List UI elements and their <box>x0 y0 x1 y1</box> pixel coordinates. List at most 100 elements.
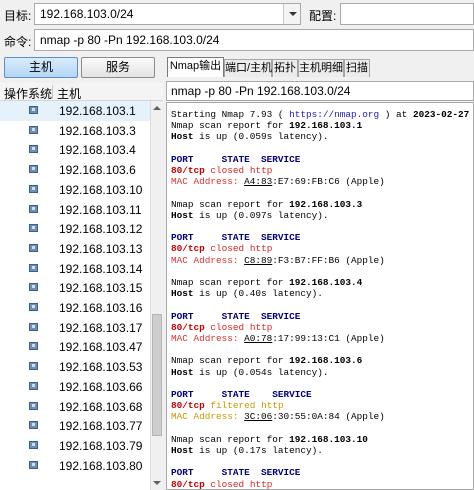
mac-rest: :30:55:0A:84 (Apple) <box>272 411 385 423</box>
port-number: 80/tcp <box>171 400 205 412</box>
host-row[interactable]: 192.168.103.10 <box>0 180 150 200</box>
column-divider[interactable] <box>52 85 53 99</box>
host-computer-icon <box>29 184 38 193</box>
tab-bar: Nmap输出 端口/主机 拓扑 主机明细 扫描 <box>166 57 474 77</box>
output-command-field[interactable]: nmap -p 80 -Pn 192.168.103.0/24 <box>166 81 474 101</box>
host-computer-icon <box>29 165 38 174</box>
host-row[interactable]: 192.168.103.66 <box>0 377 150 397</box>
nmap-output-pane[interactable]: Starting Nmap 7.93 ( https://nmap.org ) … <box>166 102 474 490</box>
host-ip: 192.168.103.53 <box>59 360 143 375</box>
host-ip: 192.168.103.77 <box>59 419 143 434</box>
host-row[interactable]: 192.168.103.17 <box>0 318 150 338</box>
port-service: http <box>249 165 273 176</box>
host-row[interactable]: 192.168.103.6 <box>0 160 150 180</box>
host-list-scrollbar[interactable] <box>150 101 163 490</box>
scroll-down-icon[interactable] <box>153 481 161 485</box>
column-host[interactable]: 主机 <box>57 85 81 102</box>
scan-report-line: Nmap scan report for 192.168.103.4 <box>171 277 362 288</box>
host-ip: 192.168.103.80 <box>59 458 143 473</box>
port-header-line: PORT STATE SERVICE <box>171 389 312 400</box>
host-up-line: Host is up (0.17s latency). <box>171 445 323 456</box>
report-prefix: Nmap scan report for <box>171 433 290 445</box>
scan-report-line: Nmap scan report for 192.168.103.6 <box>171 355 362 366</box>
command-bar: 命令: nmap -p 80 -Pn 192.168.103.0/24 <box>0 28 474 54</box>
chevron-down-icon[interactable] <box>283 4 300 24</box>
host-computer-icon <box>29 322 38 331</box>
port-number: 80/tcp <box>171 243 205 255</box>
port-number: 80/tcp <box>171 478 205 490</box>
command-input[interactable]: nmap -p 80 -Pn 192.168.103.0/24 <box>34 29 474 51</box>
host-word: Host <box>171 131 194 143</box>
host-row[interactable]: 192.168.103.14 <box>0 259 150 279</box>
host-computer-icon <box>29 283 38 292</box>
output-url[interactable]: https://nmap.org <box>289 109 379 120</box>
host-list: 192.168.103.1 192.168.103.3 192.168.103.4 1… <box>0 101 150 490</box>
mac-prefix: MAC Address: <box>171 254 245 266</box>
host-up-line: Host is up (0.097s latency). <box>171 210 329 221</box>
column-os[interactable]: 操作系统 <box>4 85 52 102</box>
tab-nmap-output[interactable]: Nmap输出 <box>167 57 224 77</box>
host-ip: 192.168.103.1 <box>59 104 136 118</box>
host-row[interactable]: 192.168.103.4 <box>0 140 150 160</box>
target-value: 192.168.103.0/24 <box>40 7 134 21</box>
target-bar: 目标: 192.168.103.0/24 配置: <box>0 2 474 28</box>
scrollbar-thumb[interactable] <box>152 314 162 436</box>
host-row[interactable]: 192.168.103.1 <box>0 101 150 121</box>
scroll-up-icon[interactable] <box>153 106 161 110</box>
mac-line: MAC Address: 3C:06:30:55:0A:84 (Apple) <box>171 411 385 422</box>
tab-topology[interactable]: 拓扑 <box>272 59 298 77</box>
host-word: Host <box>171 209 194 221</box>
target-combobox[interactable]: 192.168.103.0/24 <box>34 3 301 25</box>
host-ip: 192.168.103.79 <box>59 438 143 453</box>
host-row[interactable]: 192.168.103.79 <box>0 436 150 456</box>
host-computer-icon <box>29 303 38 311</box>
hosts-button[interactable]: 主机 <box>4 57 78 78</box>
host-row[interactable]: 192.168.103.3 <box>0 121 150 141</box>
host-computer-icon <box>29 243 38 252</box>
host-ip: 192.168.103.17 <box>59 320 143 335</box>
port-state: filtered <box>210 400 256 412</box>
target-label: 目标: <box>4 9 32 23</box>
host-ip: 192.168.103.66 <box>59 379 143 394</box>
report-ip: 192.168.103.10 <box>289 433 368 445</box>
host-computer-icon <box>29 381 38 390</box>
latency-text: is up (0.097s latency). <box>193 209 329 221</box>
scan-report-line: Nmap scan report for 192.168.103.3 <box>171 199 362 210</box>
output-command-value: nmap -p 80 -Pn 192.168.103.0/24 <box>171 84 351 98</box>
latency-text: is up (0.059s latency). <box>193 131 329 143</box>
mac-rest: :17:99:13:C1 (Apple) <box>272 333 385 344</box>
services-button[interactable]: 服务 <box>81 57 155 78</box>
profile-combobox[interactable] <box>340 3 474 25</box>
host-row[interactable]: 192.168.103.13 <box>0 239 150 259</box>
host-row[interactable]: 192.168.103.15 <box>0 278 150 298</box>
host-up-line: Host is up (0.059s latency). <box>171 131 329 142</box>
latency-text: is up (0.054s latency). <box>193 366 329 378</box>
host-row[interactable]: 192.168.103.77 <box>0 416 150 436</box>
port-service: http <box>261 400 284 412</box>
profile-label: 配置: <box>309 9 337 23</box>
port-header: PORT STATE SERVICE <box>171 467 301 479</box>
tab-host-details[interactable]: 主机明细 <box>298 59 344 77</box>
host-row[interactable]: 192.168.103.11 <box>0 200 150 220</box>
host-row[interactable]: 192.168.103.12 <box>0 219 150 239</box>
host-row[interactable]: 192.168.103.68 <box>0 397 150 417</box>
port-header-line: PORT STATE SERVICE <box>171 154 300 165</box>
tab-ports-hosts[interactable]: 端口/主机 <box>224 59 272 77</box>
host-list-header: 操作系统 主机 <box>0 83 163 101</box>
host-computer-icon <box>29 421 38 430</box>
host-row[interactable]: 192.168.103.47 <box>0 337 150 357</box>
host-row[interactable]: 192.168.103.80 <box>0 456 150 476</box>
tab-scans[interactable]: 扫描 <box>344 59 370 77</box>
host-row[interactable]: 192.168.103.53 <box>0 357 150 377</box>
mac-prefix: MAC Address: <box>171 333 245 344</box>
left-panel: 主机 服务 操作系统 主机 192.168.103.1 192.168.103.3… <box>0 55 163 490</box>
port-service: http <box>249 243 273 255</box>
host-row[interactable]: 192.168.103.16 <box>0 298 150 318</box>
port-header: PORT STATE SERVICE <box>171 153 301 165</box>
host-ip: 192.168.103.14 <box>59 261 143 276</box>
scan-report-line: Nmap scan report for 192.168.103.10 <box>171 434 368 445</box>
host-ip: 192.168.103.68 <box>59 399 143 414</box>
host-word: Host <box>171 445 194 456</box>
report-prefix: Nmap scan report for <box>171 277 290 288</box>
mac-rest: :E7:69:FB:C6 (Apple) <box>272 176 385 188</box>
